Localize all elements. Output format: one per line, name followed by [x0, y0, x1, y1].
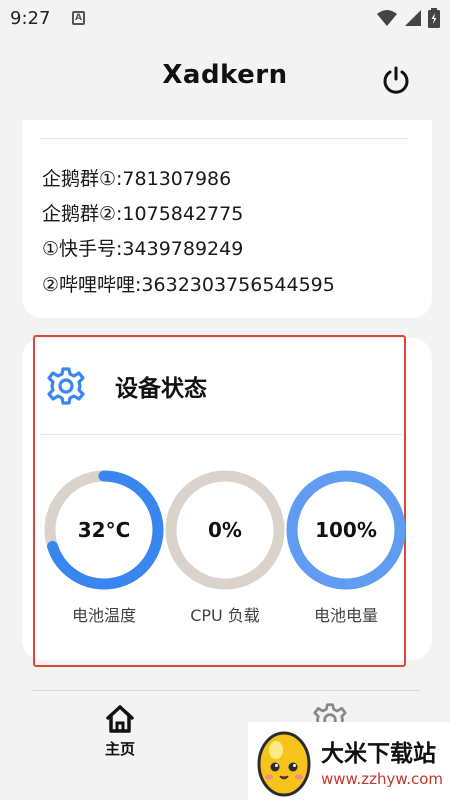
gauge-value: 32°C: [77, 518, 131, 542]
info-card-divider: [40, 138, 408, 139]
wifi-icon: [377, 10, 397, 26]
bottom-nav-divider: [32, 690, 420, 691]
gauge-cpu-load: 0%: [165, 470, 285, 590]
info-card: 企鹅群①:781307986 企鹅群②:1075842775 ①快手号:3439…: [22, 120, 432, 318]
nav-home-label: 主页: [104, 740, 135, 758]
battery-icon: [428, 8, 440, 28]
gear-icon: [46, 366, 86, 406]
notification-icon: A: [72, 11, 85, 25]
nav-home-tab[interactable]: 主页: [96, 704, 144, 764]
egg-mascot-logo: [257, 731, 311, 797]
watermark-url: www.zzhyw.com: [321, 770, 444, 788]
device-status-divider: [40, 434, 402, 435]
watermark: 大米下载站 www.zzhyw.com: [248, 722, 450, 800]
status-time: 9:27: [10, 8, 51, 29]
status-bar: 9:27 A: [0, 0, 450, 40]
gauge-battery-level: 100%: [286, 470, 406, 590]
gauge-battery-temp: 32°C: [44, 470, 164, 590]
watermark-title: 大米下载站: [321, 741, 436, 767]
device-status-title: 设备状态: [115, 376, 207, 402]
gauge-label-cpu-load: CPU 负载: [190, 606, 260, 625]
power-icon: [383, 66, 409, 94]
home-icon: [106, 705, 134, 733]
info-line-kuaishou: ①快手号:3439789249: [42, 238, 244, 260]
info-line-bilibili: ②哔哩哔哩:3632303756544595: [42, 274, 335, 296]
gauge-label-battery-temp: 电池温度: [71, 606, 136, 625]
power-button[interactable]: [376, 60, 416, 100]
gauge-value: 0%: [208, 518, 242, 542]
gauge-value: 100%: [315, 518, 377, 542]
signal-icon: [405, 10, 421, 26]
gauge-label-battery-level: 电池电量: [313, 606, 378, 625]
status-icons: [376, 8, 440, 28]
info-line-qq-group-1: 企鹅群①:781307986: [42, 168, 232, 190]
info-line-qq-group-2: 企鹅群②:1075842775: [42, 203, 244, 225]
